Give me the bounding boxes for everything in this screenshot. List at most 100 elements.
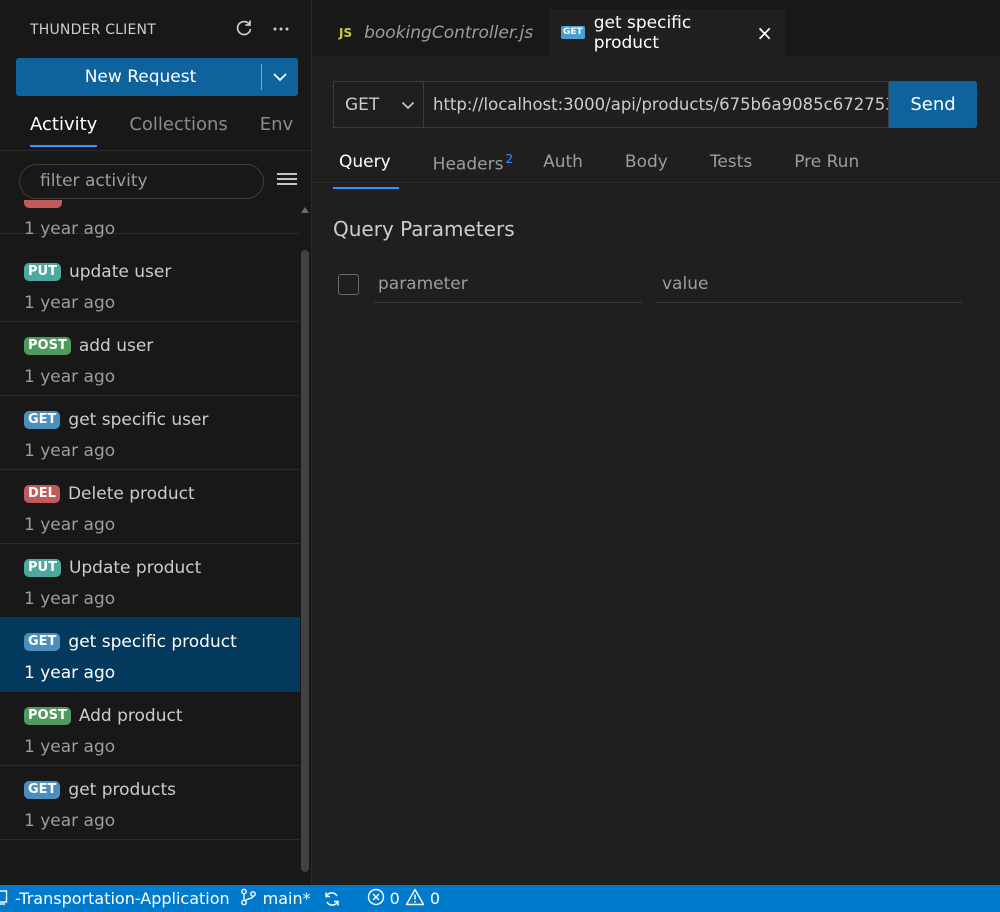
request-tabs: Query Headers 2 Auth Body Tests Pre Run [333, 152, 901, 189]
item-time: 1 year ago [24, 293, 116, 313]
headers-count-badge: 2 [505, 152, 514, 166]
method-badge: DEL [24, 485, 60, 503]
item-name: get specific product [68, 632, 237, 652]
list-item[interactable]: GET get specific user 1 year ago [0, 396, 300, 470]
item-time: 1 year ago [24, 367, 116, 387]
list-item[interactable]: PUT update user 1 year ago [0, 248, 300, 322]
url-input[interactable]: http://localhost:3000/api/products/675b6… [423, 81, 889, 128]
scroll-up-arrow[interactable] [301, 207, 309, 213]
item-header: PUT Update product [24, 558, 201, 578]
tab-env[interactable]: Env [260, 114, 293, 147]
tab-pre-run[interactable]: Pre Run [794, 152, 859, 189]
sidebar-title: THUNDER CLIENT [30, 22, 156, 38]
item-time: 1 year ago [24, 219, 116, 239]
item-time: 1 year ago [24, 737, 116, 757]
item-header: GET get products [24, 780, 176, 800]
sync-icon[interactable] [323, 890, 341, 908]
sidebar-header: THUNDER CLIENT [0, 0, 312, 62]
method-value: GET [345, 94, 380, 115]
parameter-input[interactable]: parameter [374, 270, 642, 303]
method-badge: POST [24, 707, 71, 725]
list-item[interactable]: POST add user 1 year ago [0, 322, 300, 396]
problems-status[interactable]: 0 0 [367, 888, 440, 910]
error-count: 0 [389, 889, 400, 908]
new-request-button[interactable]: New Request [16, 58, 298, 96]
item-name: get products [68, 780, 176, 800]
list-item[interactable]: 1 year ago [0, 200, 300, 239]
filter-menu-icon[interactable] [277, 170, 297, 190]
item-name: Update product [68, 558, 202, 578]
filter-activity-input[interactable]: filter activity [19, 164, 264, 199]
thunder-client-sidebar: THUNDER CLIENT New Request Activity Coll… [0, 0, 312, 885]
item-time: 1 year ago [24, 663, 116, 683]
warning-count: 0 [429, 889, 441, 908]
item-header: POST add user [24, 336, 153, 356]
workspace-name: -Transportation-Application [15, 889, 230, 908]
method-badge: GET [24, 633, 61, 651]
list-item[interactable]: DEL Delete product 1 year ago [0, 470, 300, 544]
close-icon[interactable]: × [756, 21, 773, 45]
method-badge: PUT [24, 263, 61, 281]
list-item[interactable]: PUT Update product 1 year ago [0, 544, 300, 618]
item-name: get specific user [68, 410, 209, 430]
method-badge [24, 200, 62, 208]
list-item[interactable]: POST Add product 1 year ago [0, 692, 300, 766]
item-time: 1 year ago [24, 811, 116, 831]
method-badge: GET [24, 411, 61, 429]
scrollbar-thumb[interactable] [301, 250, 309, 872]
item-header: GET get specific product [24, 632, 237, 652]
method-select[interactable]: GET [333, 81, 423, 128]
tab-label: get specific product [593, 12, 692, 53]
method-badge: PUT [24, 559, 61, 577]
item-header: DEL Delete product [24, 484, 195, 504]
item-time: 1 year ago [24, 515, 116, 535]
method-badge: POST [24, 337, 71, 355]
item-name: add user [78, 336, 154, 356]
chevron-down-icon [401, 95, 415, 115]
tab-activity[interactable]: Activity [30, 114, 98, 147]
get-request-icon: GET [561, 26, 585, 39]
error-icon [367, 888, 385, 910]
tab-headers-label: Headers [432, 154, 504, 175]
branch-status[interactable]: main* [240, 888, 311, 910]
divider [0, 150, 312, 151]
more-actions-icon[interactable] [270, 18, 292, 40]
section-title: Query Parameters [333, 217, 515, 241]
param-checkbox[interactable] [338, 274, 359, 295]
activity-list: 1 year ago PUT update user 1 year ago POST a… [0, 200, 300, 885]
javascript-file-icon: JS [339, 25, 353, 40]
item-header: GET get specific user [24, 410, 208, 430]
new-request-label: New Request [84, 67, 197, 87]
list-item[interactable]: GET get specific product 1 year ago [0, 618, 300, 692]
git-branch-icon [240, 888, 258, 910]
tab-get-specific-product[interactable]: GET get specific product × [549, 9, 785, 56]
list-item[interactable]: GET get products 1 year ago [0, 766, 300, 840]
value-input[interactable]: value [656, 270, 926, 303]
branch-name: main* [262, 889, 311, 908]
warning-icon [405, 888, 425, 910]
item-name: Add product [78, 706, 183, 726]
item-time: 1 year ago [24, 441, 116, 461]
workspace-status[interactable]: -Transportation-Application [0, 889, 230, 909]
send-button[interactable]: Send [889, 81, 977, 128]
editor-tab-bar: JS bookingController.js GET get specific… [312, 0, 1000, 56]
refresh-icon[interactable] [233, 18, 255, 40]
method-badge: GET [24, 781, 61, 799]
tab-body[interactable]: Body [625, 152, 668, 189]
item-name: update user [68, 262, 172, 282]
tab-query[interactable]: Query [333, 152, 399, 189]
tab-headers[interactable]: Headers 2 [433, 152, 513, 189]
item-header: POST Add product [24, 706, 183, 726]
tab-collections[interactable]: Collections [129, 114, 227, 147]
status-bar: -Transportation-Application main* 0 0 [0, 885, 1000, 912]
item-time: 1 year ago [24, 589, 116, 609]
remote-window-icon [0, 889, 10, 909]
tab-tests[interactable]: Tests [710, 152, 752, 189]
divider [926, 302, 962, 303]
request-url-bar: GET http://localhost:3000/api/products/6… [333, 81, 977, 128]
tab-booking-controller[interactable]: JS bookingController.js [319, 9, 551, 56]
item-name: Delete product [67, 484, 195, 504]
chevron-down-icon[interactable] [262, 72, 298, 82]
divider [312, 182, 1000, 183]
tab-auth[interactable]: Auth [543, 152, 583, 189]
